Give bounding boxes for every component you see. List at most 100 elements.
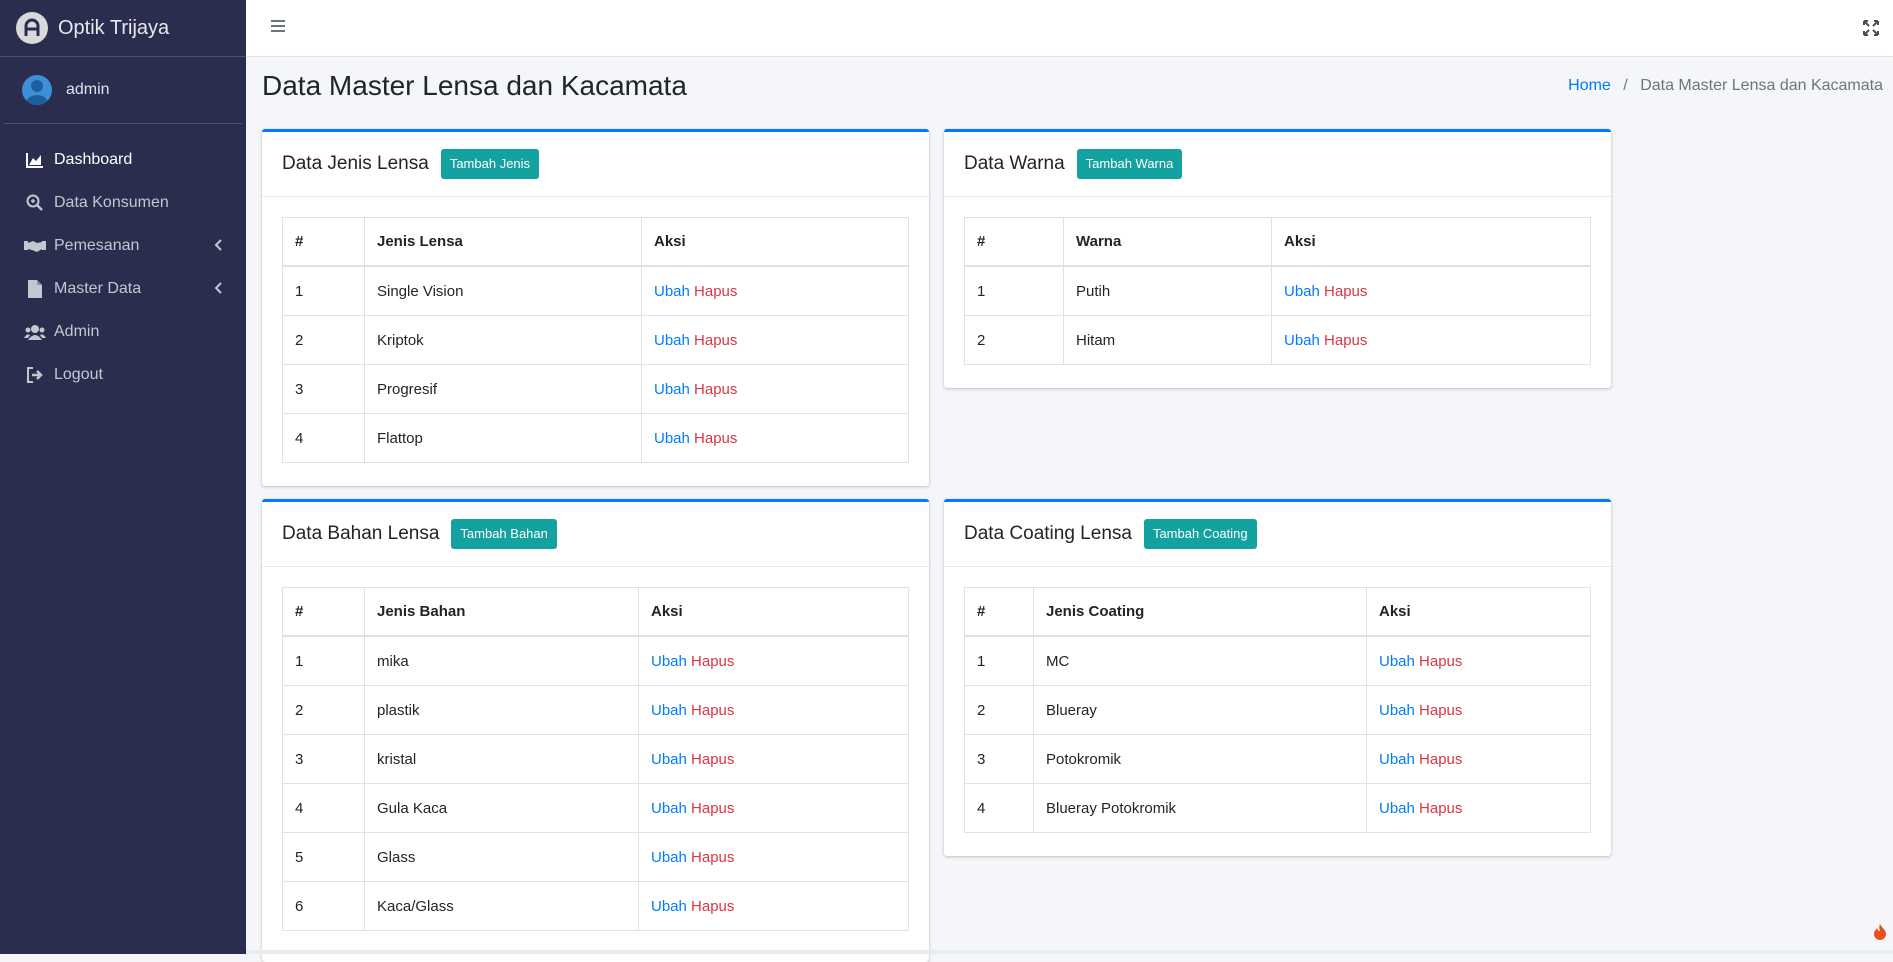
table-row: 3 Potokromik Ubah Hapus — [964, 734, 1591, 784]
row-actions: Ubah Hapus — [1366, 734, 1591, 784]
chevron-left-icon — [214, 238, 222, 256]
delete-link[interactable]: Hapus — [691, 849, 734, 866]
delete-link[interactable]: Hapus — [691, 702, 734, 719]
row-number: 2 — [282, 685, 365, 735]
delete-link[interactable]: Hapus — [694, 332, 737, 349]
card-bahan-lensa: Data Bahan Lensa Tambah Bahan # Jenis Ba… — [262, 499, 929, 962]
row-actions: Ubah Hapus — [638, 685, 909, 735]
table-row: 1 mika Ubah Hapus — [282, 635, 909, 686]
warna-table: # Warna Aksi 1 Putih Ubah Hapus 2 Hitam … — [964, 217, 1591, 365]
handshake-icon — [24, 237, 46, 255]
chart-area-icon — [24, 151, 46, 169]
edit-link[interactable]: Ubah — [1284, 332, 1320, 349]
table-row: 1 MC Ubah Hapus — [964, 635, 1591, 686]
column-header: # — [282, 587, 365, 637]
delete-link[interactable]: Hapus — [691, 800, 734, 817]
edit-link[interactable]: Ubah — [651, 653, 687, 670]
edit-link[interactable]: Ubah — [1379, 702, 1415, 719]
delete-link[interactable]: Hapus — [691, 751, 734, 768]
table-row: 3 Progresif Ubah Hapus — [282, 364, 909, 414]
fullscreen-icon[interactable] — [1863, 20, 1879, 41]
row-name: Blueray — [1033, 685, 1367, 735]
row-actions: Ubah Hapus — [638, 635, 909, 686]
edit-link[interactable]: Ubah — [651, 800, 687, 817]
row-actions: Ubah Hapus — [1271, 265, 1591, 316]
column-header: Jenis Lensa — [364, 217, 642, 267]
row-name: Progresif — [364, 364, 642, 414]
card-body: # Jenis Coating Aksi 1 MC Ubah Hapus 2 B… — [944, 567, 1611, 853]
column-header: Aksi — [1271, 217, 1591, 267]
row-name: Blueray Potokromik — [1033, 783, 1367, 833]
sidebar-item-data-konsumen[interactable]: Data Konsumen — [0, 181, 246, 224]
delete-link[interactable]: Hapus — [691, 653, 734, 670]
sidebar-item-master-data[interactable]: Master Data — [0, 267, 246, 310]
card-title: Data Coating Lensa — [964, 523, 1132, 544]
delete-link[interactable]: Hapus — [1419, 751, 1462, 768]
row-number: 2 — [964, 685, 1034, 735]
row-actions: Ubah Hapus — [638, 881, 909, 931]
delete-link[interactable]: Hapus — [1324, 283, 1367, 300]
edit-link[interactable]: Ubah — [1379, 800, 1415, 817]
top-navbar — [246, 0, 1893, 57]
edit-link[interactable]: Ubah — [651, 702, 687, 719]
row-name: Kriptok — [364, 315, 642, 365]
chevron-left-icon — [214, 281, 222, 299]
delete-link[interactable]: Hapus — [694, 430, 737, 447]
edit-link[interactable]: Ubah — [651, 751, 687, 768]
table-row: 4 Flattop Ubah Hapus — [282, 413, 909, 463]
row-actions: Ubah Hapus — [1366, 685, 1591, 735]
row-actions: Ubah Hapus — [638, 832, 909, 882]
sidebar-nav: Dashboard Data Konsumen Pemesanan Master… — [0, 138, 246, 396]
edit-link[interactable]: Ubah — [654, 332, 690, 349]
column-header: # — [282, 217, 365, 267]
file-icon — [24, 279, 46, 298]
sidebar-item-admin[interactable]: Admin — [0, 310, 246, 353]
delete-link[interactable]: Hapus — [1419, 702, 1462, 719]
edit-link[interactable]: Ubah — [651, 849, 687, 866]
card-title: Data Warna — [964, 153, 1065, 174]
table-row: 6 Kaca/Glass Ubah Hapus — [282, 881, 909, 931]
card-title: Data Bahan Lensa — [282, 523, 440, 544]
row-name: Kaca/Glass — [364, 881, 639, 931]
add-coating-button[interactable]: Tambah Coating — [1143, 519, 1257, 549]
bahan-lensa-table: # Jenis Bahan Aksi 1 mika Ubah Hapus 2 p… — [282, 587, 909, 931]
card-body: # Jenis Lensa Aksi 1 Single Vision Ubah … — [262, 197, 929, 483]
edit-link[interactable]: Ubah — [654, 430, 690, 447]
add-warna-button[interactable]: Tambah Warna — [1076, 149, 1183, 179]
user-avatar-icon — [22, 75, 52, 105]
add-jenis-button[interactable]: Tambah Jenis — [440, 149, 540, 179]
delete-link[interactable]: Hapus — [694, 381, 737, 398]
user-panel[interactable]: admin — [4, 57, 242, 124]
edit-link[interactable]: Ubah — [1379, 653, 1415, 670]
table-header-row: # Warna Aksi — [964, 217, 1591, 267]
card-header: Data Bahan Lensa Tambah Bahan — [262, 502, 929, 567]
edit-link[interactable]: Ubah — [1379, 751, 1415, 768]
sidebar-item-pemesanan[interactable]: Pemesanan — [0, 224, 246, 267]
delete-link[interactable]: Hapus — [1324, 332, 1367, 349]
edit-link[interactable]: Ubah — [1284, 283, 1320, 300]
brand-link[interactable]: Optik Trijaya — [0, 0, 246, 57]
delete-link[interactable]: Hapus — [1419, 800, 1462, 817]
sidebar-item-logout[interactable]: Logout — [0, 353, 246, 396]
add-bahan-button[interactable]: Tambah Bahan — [451, 519, 557, 549]
column-header: Jenis Coating — [1033, 587, 1367, 637]
sidebar-item-dashboard[interactable]: Dashboard — [0, 138, 246, 181]
column-header: Aksi — [638, 587, 909, 637]
delete-link[interactable]: Hapus — [1419, 653, 1462, 670]
row-actions: Ubah Hapus — [641, 413, 909, 463]
sidebar-item-label: Data Konsumen — [54, 193, 169, 211]
column-header: # — [964, 217, 1064, 267]
row-number: 1 — [282, 635, 365, 686]
edit-link[interactable]: Ubah — [651, 898, 687, 915]
delete-link[interactable]: Hapus — [691, 898, 734, 915]
breadcrumb-home-link[interactable]: Home — [1568, 77, 1611, 94]
card-body: # Jenis Bahan Aksi 1 mika Ubah Hapus 2 p… — [262, 567, 929, 951]
edit-link[interactable]: Ubah — [654, 381, 690, 398]
delete-link[interactable]: Hapus — [694, 283, 737, 300]
fire-icon[interactable] — [1873, 923, 1887, 946]
table-header-row: # Jenis Lensa Aksi — [282, 217, 909, 267]
hamburger-menu-icon[interactable] — [270, 19, 286, 38]
coating-lensa-table: # Jenis Coating Aksi 1 MC Ubah Hapus 2 B… — [964, 587, 1591, 833]
row-name: plastik — [364, 685, 639, 735]
edit-link[interactable]: Ubah — [654, 283, 690, 300]
